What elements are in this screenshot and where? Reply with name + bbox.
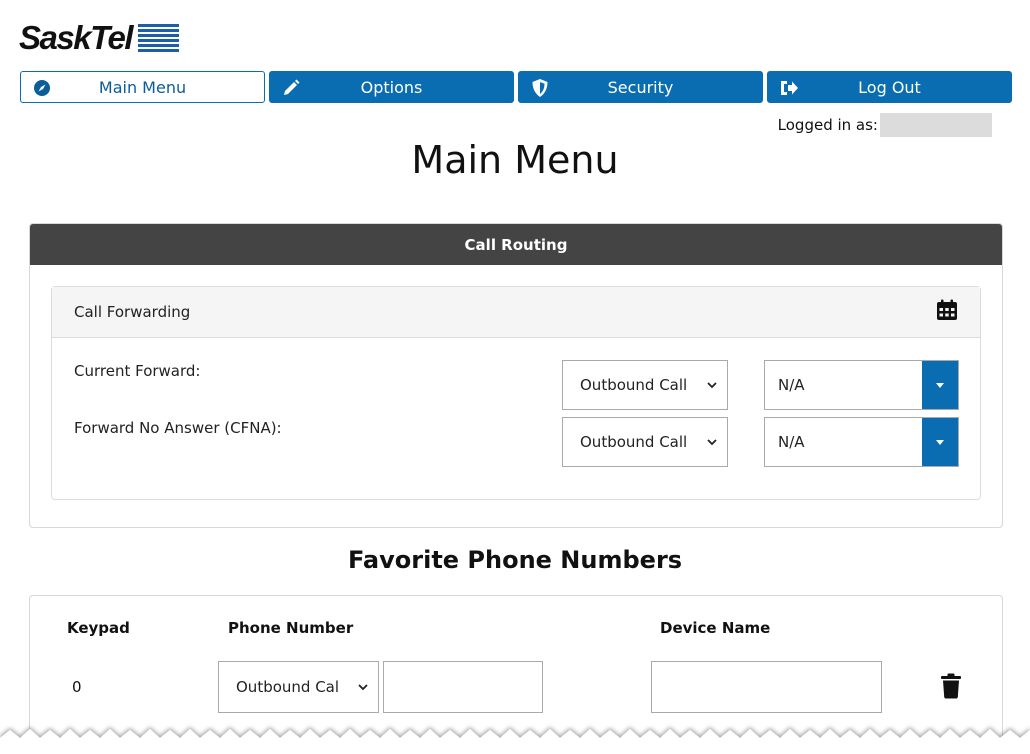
nav-label: Main Menu — [98, 77, 187, 97]
combo-value: N/A — [778, 433, 805, 451]
logged-in-label: Logged in as: — [777, 116, 878, 134]
pencil-icon — [281, 78, 301, 98]
keypad-column-header: Keypad — [67, 619, 130, 637]
nav-label: Security — [607, 77, 674, 97]
redacted-username — [880, 113, 992, 137]
call-forwarding-panel: Call Forwarding Current Forward: Outboun… — [51, 286, 981, 500]
select-value: Outbound Cal — [236, 678, 340, 696]
nav-security-button[interactable]: Security — [518, 71, 763, 103]
trash-icon[interactable] — [940, 673, 962, 703]
nav-label: Log Out — [858, 77, 921, 97]
nav-main-menu-button[interactable]: Main Menu — [20, 71, 265, 103]
call-routing-card: Call Routing Call Forwarding Current For… — [29, 223, 1003, 528]
chevron-down-icon — [358, 680, 368, 694]
caret-down-icon — [936, 382, 944, 388]
call-routing-header: Call Routing — [30, 224, 1002, 265]
sign-out-icon — [779, 78, 799, 98]
select-value: Outbound Call — [580, 433, 688, 451]
logo-text: SaskTel — [19, 19, 134, 56]
forward-no-answer-type-select[interactable]: Outbound Call — [562, 417, 728, 467]
combo-value: N/A — [778, 376, 805, 394]
shield-icon — [530, 78, 550, 98]
keypad-value: 0 — [72, 678, 82, 696]
sasktel-logo: SaskTel — [19, 19, 180, 56]
select-value: Outbound Call — [580, 376, 688, 394]
combo-dropdown-button[interactable] — [922, 418, 958, 466]
favorites-title: Favorite Phone Numbers — [347, 546, 683, 574]
device-name-column-header: Device Name — [660, 619, 771, 637]
nav-options-button[interactable]: Options — [269, 71, 514, 103]
nav-label: Options — [360, 77, 423, 97]
caret-down-icon — [936, 439, 944, 445]
favorite-type-select[interactable]: Outbound Cal — [218, 661, 379, 713]
current-forward-number-combo[interactable]: N/A — [764, 360, 959, 410]
page-title: Main Menu — [411, 138, 619, 182]
main-nav: Main Menu Options Security Log Out — [20, 71, 1012, 103]
logo-stripes — [138, 24, 180, 52]
combo-dropdown-button[interactable] — [922, 361, 958, 409]
phone-number-column-header: Phone Number — [228, 619, 354, 637]
forward-no-answer-label: Forward No Answer (CFNA): — [74, 419, 282, 437]
chevron-down-icon — [707, 378, 717, 392]
calendar-icon[interactable] — [936, 299, 958, 325]
torn-edge-decoration — [0, 729, 1030, 754]
logged-in-status: Logged in as: — [778, 112, 992, 138]
current-forward-type-select[interactable]: Outbound Call — [562, 360, 728, 410]
current-forward-label: Current Forward: — [74, 362, 201, 380]
compass-icon — [32, 78, 52, 98]
forward-no-answer-number-combo[interactable]: N/A — [764, 417, 959, 467]
chevron-down-icon — [707, 435, 717, 449]
call-forwarding-title: Call Forwarding — [74, 303, 191, 321]
favorite-device-input[interactable] — [651, 661, 882, 713]
favorite-phone-input[interactable] — [383, 661, 543, 713]
call-forwarding-header: Call Forwarding — [52, 287, 980, 338]
nav-log-out-button[interactable]: Log Out — [767, 71, 1012, 103]
